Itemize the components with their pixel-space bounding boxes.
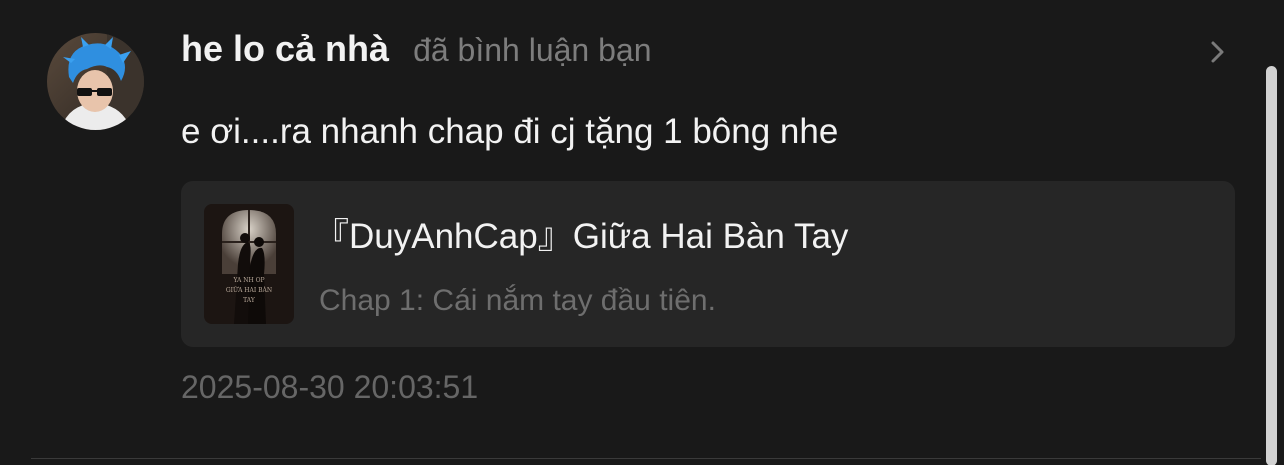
divider [31,458,1261,459]
story-cover: YA NH OP GIỮA HAI BÀN TAY [204,204,294,324]
avatar-image [47,33,144,130]
username[interactable]: he lo cả nhà [181,28,389,70]
story-title: 『DuyAnhCap』Giữa Hai Bàn Tay [314,217,849,256]
cover-text-line-3: TAY [243,297,256,304]
user-avatar[interactable] [47,33,144,130]
cover-image: YA NH OP GIỮA HAI BÀN TAY [204,204,294,324]
cover-text-line-1: YA NH OP [232,277,264,284]
chevron-right-icon[interactable] [1207,38,1229,66]
comment-text: e ơi....ra nhanh chap đi cj tặng 1 bông … [181,112,839,151]
scrollbar-thumb[interactable] [1266,66,1277,465]
timestamp: 2025-08-30 20:03:51 [181,369,479,405]
cover-text-line-2: GIỮA HAI BÀN [226,286,272,294]
story-card[interactable]: YA NH OP GIỮA HAI BÀN TAY 『DuyAnhCap』Giữ… [181,181,1235,347]
action-text: đã bình luận bạn [413,32,652,68]
story-chapter: Chap 1: Cái nắm tay đầu tiên. [319,284,716,317]
notification-header: he lo cả nhà đã bình luận bạn [181,28,652,72]
comment-notification[interactable]: he lo cả nhà đã bình luận bạn e ơi....ra… [0,0,1284,465]
